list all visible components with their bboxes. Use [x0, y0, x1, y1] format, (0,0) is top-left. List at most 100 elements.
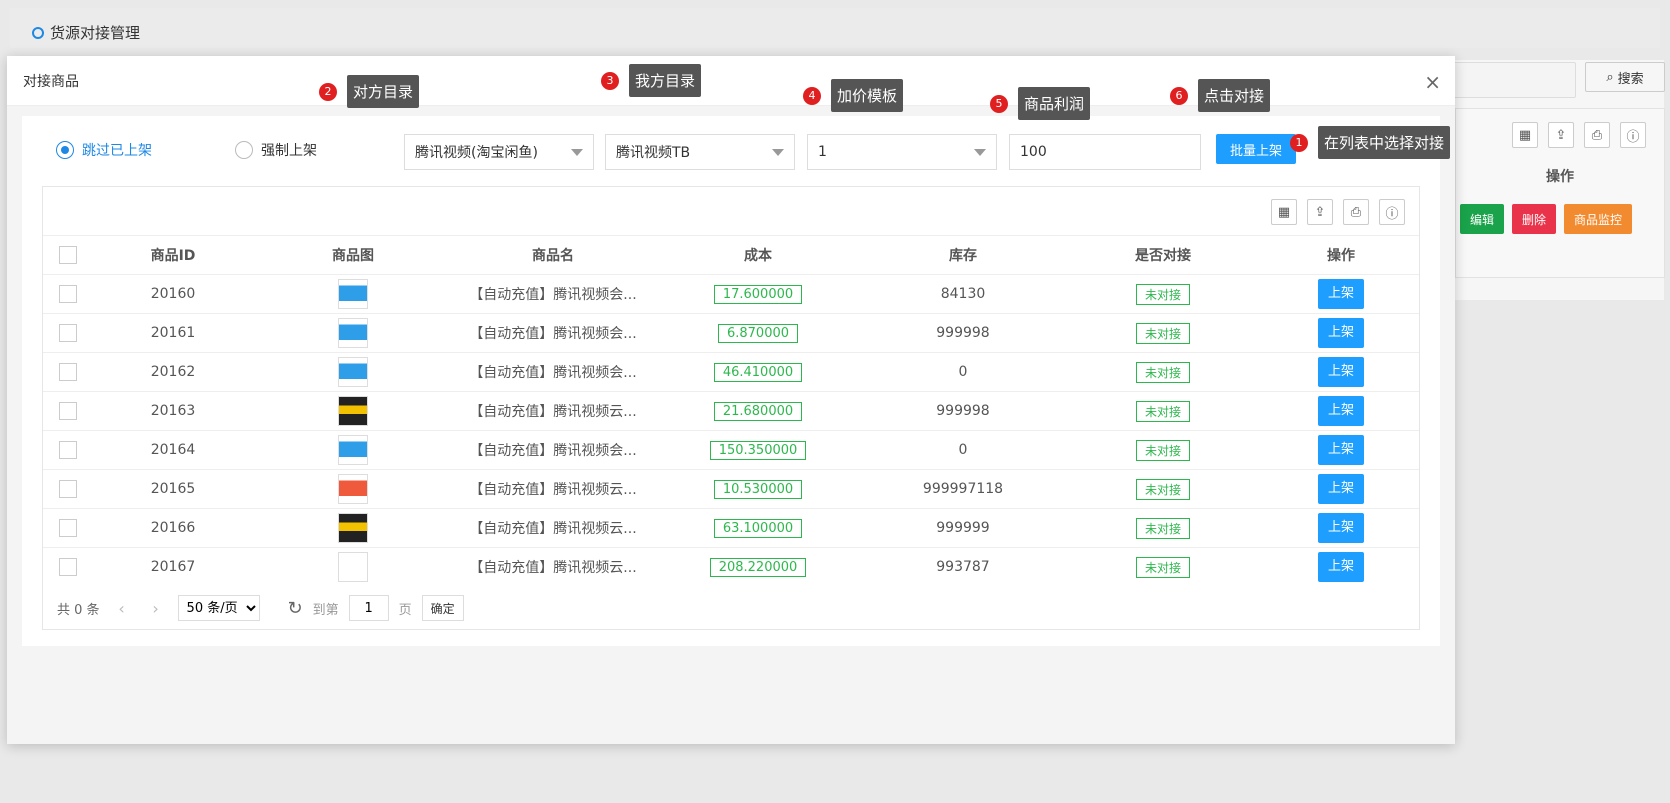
print-icon[interactable]: ⎙ — [1343, 199, 1369, 225]
table-row: 20160 【自动充值】腾讯视频会... 17.600000 84130 未对接 上架 — [43, 274, 1419, 314]
page-number-input[interactable] — [348, 595, 389, 621]
select-value: 腾讯视频TB — [616, 145, 691, 161]
action-cell: 上架 — [1263, 274, 1419, 314]
annotation-number: 5 — [990, 94, 1008, 113]
list-goods-button[interactable]: 上架 — [1318, 396, 1364, 426]
columns-icon[interactable]: ▦ — [1271, 199, 1297, 225]
annotation-label: 商品利润 — [1018, 87, 1091, 120]
list-goods-button[interactable]: 上架 — [1318, 435, 1364, 465]
goods-stock: 999998 — [863, 391, 1063, 431]
row-checkbox[interactable] — [59, 285, 77, 303]
row-checkbox[interactable] — [59, 519, 77, 537]
row-checkbox[interactable] — [59, 441, 77, 459]
goods-id: 20166 — [93, 508, 253, 548]
annotation-number: 3 — [601, 71, 619, 90]
goods-cost-cell: 10.530000 — [653, 469, 863, 509]
row-select-cell[interactable] — [43, 508, 93, 548]
goods-thumbnail — [338, 474, 368, 504]
prev-page-icon[interactable]: ‹ — [110, 599, 134, 618]
goods-thumbnail — [338, 396, 368, 426]
goods-cost: 208.220000 — [709, 557, 807, 577]
annotation-number: 6 — [1170, 86, 1188, 105]
row-checkbox[interactable] — [59, 324, 77, 342]
radio-skip-listed[interactable]: 跳过已上架 — [56, 140, 152, 160]
monitor-button[interactable]: 商品监控 — [1564, 204, 1633, 234]
input-value: 100 — [1020, 144, 1047, 160]
export-icon[interactable]: ⇪ — [1307, 199, 1333, 225]
goods-cost: 150.350000 — [709, 440, 807, 460]
action-cell: 上架 — [1263, 313, 1419, 353]
page-header-bar — [10, 8, 1660, 48]
search-button[interactable]: ⌕ 搜索 — [1585, 62, 1665, 92]
col-header-stock: 库存 — [863, 235, 1063, 275]
select-all-checkbox[interactable] — [59, 246, 77, 264]
goods-name: 【自动充值】腾讯视频会... — [453, 352, 653, 392]
print-icon[interactable]: ⎙ — [1584, 122, 1610, 148]
action-cell: 上架 — [1263, 469, 1419, 509]
radio-checked-icon — [56, 141, 74, 159]
annotation-6: 6 点击对接 — [1170, 79, 1271, 112]
background-search-input[interactable] — [1440, 62, 1576, 98]
list-goods-button[interactable]: 上架 — [1318, 318, 1364, 348]
goto-confirm-button[interactable]: 确定 — [421, 595, 464, 621]
goods-name: 【自动充值】腾讯视频云... — [453, 508, 653, 548]
goods-thumbnail — [338, 513, 368, 543]
close-icon[interactable]: × — [1424, 70, 1441, 94]
total-count: 共 0 条 — [57, 602, 100, 618]
export-icon[interactable]: ⇪ — [1548, 122, 1574, 148]
row-select-cell[interactable] — [43, 391, 93, 431]
our-catalog-select[interactable]: 腾讯视频TB — [605, 134, 795, 170]
batch-list-button[interactable]: 批量上架 — [1216, 134, 1296, 164]
list-goods-button[interactable]: 上架 — [1318, 552, 1364, 583]
annotation-number: 2 — [319, 82, 337, 101]
goods-id: 20167 — [93, 547, 253, 587]
background-row-actions: 编辑 删除 商品监控 — [1460, 204, 1633, 234]
row-select-cell[interactable] — [43, 313, 93, 353]
action-cell: 上架 — [1263, 352, 1419, 392]
goods-thumbnail — [338, 552, 368, 583]
columns-icon[interactable]: ▦ — [1512, 122, 1538, 148]
goods-cost: 21.680000 — [713, 401, 803, 421]
goods-cost-cell: 208.220000 — [653, 547, 863, 587]
row-select-cell[interactable] — [43, 469, 93, 509]
row-checkbox[interactable] — [59, 558, 77, 577]
list-goods-button[interactable]: 上架 — [1318, 474, 1364, 504]
delete-button[interactable]: 删除 — [1512, 204, 1557, 234]
next-page-icon[interactable]: › — [144, 599, 168, 618]
page-unit-label: 页 — [398, 602, 412, 618]
annotation-label: 在列表中选择对接 — [1318, 126, 1451, 159]
radio-force-list[interactable]: 强制上架 — [235, 140, 317, 160]
list-goods-button[interactable]: 上架 — [1318, 357, 1364, 387]
goods-thumbnail — [338, 318, 368, 348]
status-badge: 未对接 — [1135, 322, 1190, 344]
row-checkbox[interactable] — [59, 363, 77, 381]
row-checkbox[interactable] — [59, 480, 77, 498]
page-size-select[interactable]: 50 条/页 — [177, 595, 260, 621]
status-badge: 未对接 — [1135, 556, 1190, 578]
goods-stock: 84130 — [863, 274, 1063, 314]
row-select-cell[interactable] — [43, 547, 93, 587]
profit-input[interactable]: 100 — [1009, 134, 1201, 170]
table-row: 20163 【自动充值】腾讯视频云... 21.680000 999998 未对接 上架 — [43, 391, 1419, 431]
list-goods-button[interactable]: 上架 — [1318, 279, 1364, 309]
row-checkbox[interactable] — [59, 402, 77, 420]
goods-cost: 6.870000 — [717, 323, 799, 343]
table-header-row: 商品ID 商品图 商品名 成本 库存 是否对接 操作 — [43, 235, 1419, 275]
row-select-cell[interactable] — [43, 352, 93, 392]
row-select-cell[interactable] — [43, 274, 93, 314]
dock-status-cell: 未对接 — [1063, 547, 1263, 587]
annotation-3: 3 我方目录 — [601, 64, 702, 97]
annotation-number: 1 — [1290, 133, 1308, 152]
info-icon[interactable]: ⓘ — [1379, 199, 1405, 225]
list-goods-button[interactable]: 上架 — [1318, 513, 1364, 543]
select-all-cell[interactable] — [43, 235, 93, 275]
goods-image-cell — [253, 352, 453, 392]
chevron-down-icon — [772, 149, 784, 156]
refresh-icon[interactable]: ↻ — [288, 598, 303, 619]
row-select-cell[interactable] — [43, 430, 93, 470]
radio-label: 强制上架 — [261, 143, 317, 159]
info-icon[interactable]: ⓘ — [1620, 122, 1646, 148]
their-catalog-select[interactable]: 腾讯视频(淘宝闲鱼) — [404, 134, 594, 170]
edit-button[interactable]: 编辑 — [1460, 204, 1505, 234]
price-template-select[interactable]: 1 — [807, 134, 997, 170]
